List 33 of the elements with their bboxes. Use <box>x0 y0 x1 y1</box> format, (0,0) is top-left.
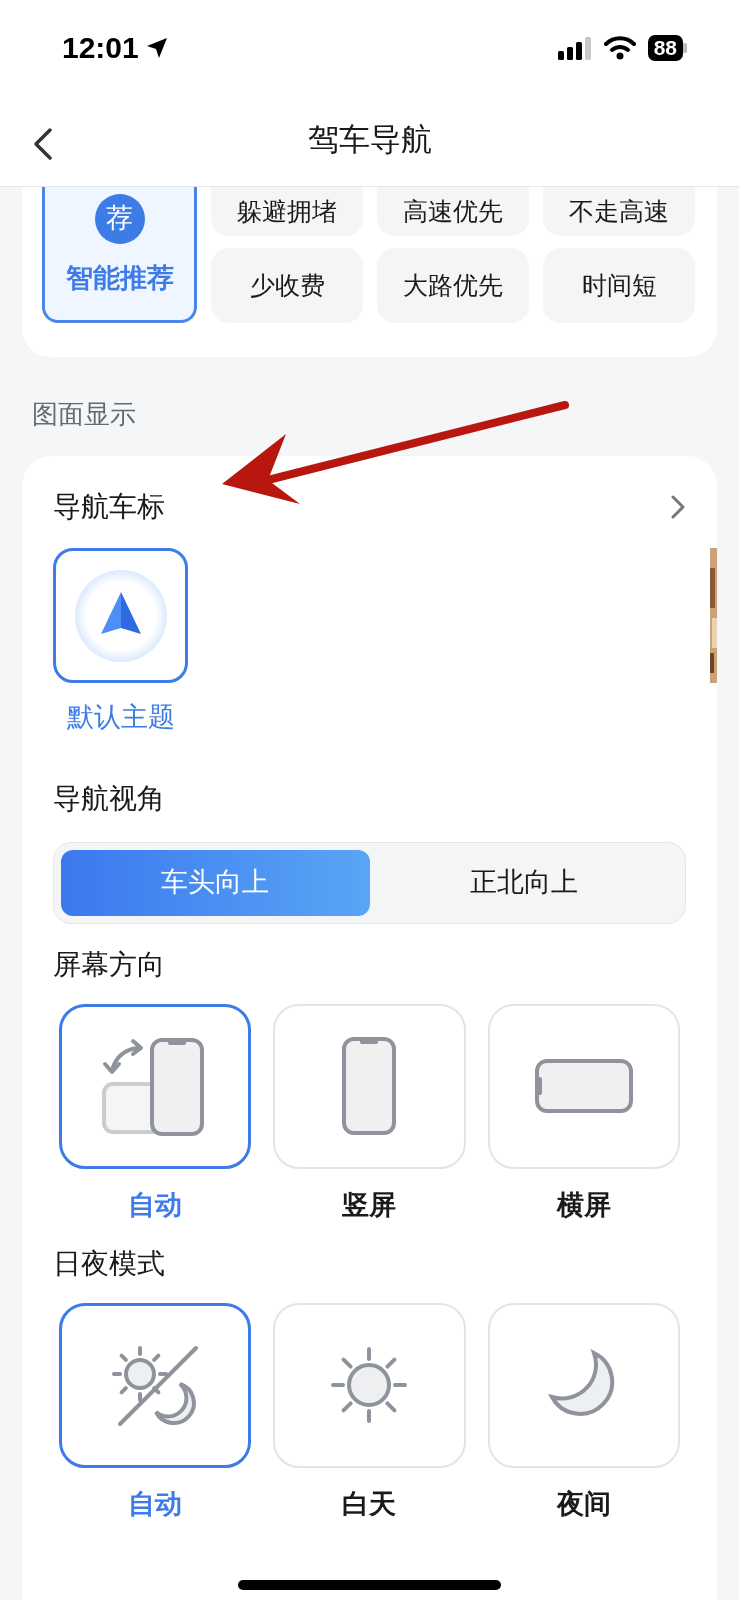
signal-icon <box>557 35 592 60</box>
chevron-right-icon <box>670 494 686 520</box>
route-option-chip[interactable]: 时间短 <box>543 248 695 323</box>
option-tile[interactable] <box>59 1003 252 1169</box>
route-option-chip[interactable]: 大路优先 <box>377 248 529 323</box>
settings-card: 导航车标 默认主题 导航视角 车头向上 正北向上 屏幕方向 自动 竖屏 横屏 日夜模式 自动 白天 夜间 <box>22 456 717 1600</box>
smart-recommend-tile[interactable]: 荐 智能推荐 <box>42 187 197 323</box>
option-tile[interactable] <box>59 1302 252 1468</box>
segment-tab[interactable]: 正北向上 <box>369 849 678 916</box>
option-label: 自动 <box>128 1487 183 1521</box>
route-option-chip[interactable]: 躲避拥堵 <box>211 187 363 236</box>
section-title: 日夜模式 <box>53 1246 166 1281</box>
option-label: 自动 <box>128 1188 183 1222</box>
battery-level: 88 <box>647 34 683 61</box>
battery-tip-icon <box>683 42 687 53</box>
route-option-chip[interactable]: 少收费 <box>211 248 363 323</box>
wifi-icon <box>603 35 636 60</box>
option-label: 夜间 <box>556 1487 611 1521</box>
recommend-badge: 荐 <box>94 193 145 244</box>
section-heading: 图面显示 <box>32 398 137 431</box>
section-title: 屏幕方向 <box>53 947 166 982</box>
page-title: 驾车导航 <box>307 121 432 160</box>
option-label: 白天 <box>342 1487 397 1521</box>
status-time: 12:01 <box>62 30 139 66</box>
section-title: 导航视角 <box>53 781 166 816</box>
route-option-chip[interactable]: 高速优先 <box>377 187 529 236</box>
option-label: 横屏 <box>556 1188 611 1222</box>
route-option-chip[interactable]: 不走高速 <box>543 187 695 236</box>
portrait-phone-icon <box>341 1036 398 1136</box>
car-icon-row[interactable]: 导航车标 <box>53 486 686 528</box>
option-label: 竖屏 <box>342 1188 397 1222</box>
landscape-phone-icon <box>533 1058 634 1114</box>
theme-tile[interactable] <box>53 548 188 683</box>
